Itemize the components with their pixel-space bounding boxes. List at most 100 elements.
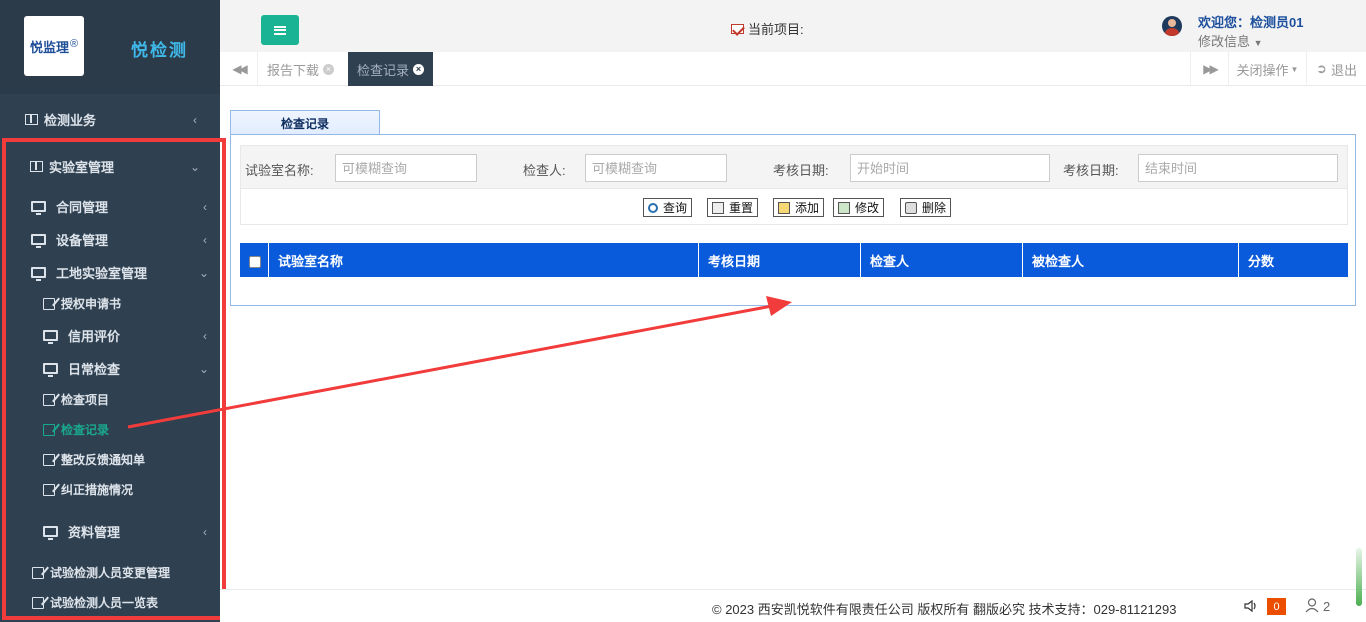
project-label: 当前项目: bbox=[748, 22, 804, 37]
monitor-icon bbox=[43, 526, 58, 540]
sidebar-item-site-lab-management[interactable]: 工地实验室管理 ⌄ bbox=[31, 263, 209, 282]
monitor-icon bbox=[43, 363, 58, 377]
edit-icon bbox=[43, 297, 55, 310]
edit-icon bbox=[43, 393, 55, 406]
select-all-checkbox[interactable] bbox=[249, 256, 261, 268]
chevron-down-icon: ⌄ bbox=[190, 159, 201, 174]
sidebar-item-label: 检测业务 bbox=[44, 113, 97, 128]
edit-document-icon bbox=[838, 201, 850, 214]
double-chevron-right-icon: ▶▶ bbox=[1203, 62, 1219, 76]
chevron-left-icon: ‹ bbox=[193, 112, 197, 127]
select-all-cell bbox=[240, 243, 269, 277]
modify-info-dropdown[interactable]: 修改信息 ▼ bbox=[1198, 31, 1263, 50]
logout-button[interactable]: ➲ 退出 bbox=[1306, 52, 1366, 86]
user-icon bbox=[1305, 598, 1319, 613]
caret-down-icon: ▼ bbox=[1290, 64, 1299, 74]
notification-badge[interactable]: 0 bbox=[1267, 598, 1286, 615]
sidebar-item-label: 整改反馈通知单 bbox=[61, 453, 146, 467]
user-avatar[interactable] bbox=[1162, 16, 1182, 36]
sidebar-item-label: 检查项目 bbox=[61, 393, 110, 407]
delete-button-label: 删除 bbox=[922, 201, 947, 215]
checkbox-icon bbox=[731, 23, 744, 34]
lab-name-input[interactable] bbox=[335, 154, 477, 182]
close-operations-dropdown[interactable]: 关闭操作 ▼ bbox=[1228, 52, 1306, 86]
column-header-lab-name[interactable]: 试验室名称 bbox=[269, 243, 699, 277]
caret-down-icon: ▼ bbox=[1253, 38, 1263, 48]
current-project: 当前项目: bbox=[731, 19, 804, 38]
date-start-input[interactable] bbox=[850, 154, 1050, 182]
sidebar: 悦监理 ® 悦检测 检测业务 ‹ 实验室管理 ⌄ 合同管理 ‹ 设备管理 ‹ 工地… bbox=[0, 0, 220, 622]
chevron-down-icon: ⌄ bbox=[199, 265, 210, 280]
edit-icon bbox=[43, 483, 55, 496]
sidebar-item-label: 试验检测人员一览表 bbox=[50, 596, 159, 610]
edit-button[interactable]: 修改 bbox=[833, 198, 885, 217]
scroll-indicator[interactable] bbox=[1356, 548, 1362, 606]
sidebar-item-inspection-items[interactable]: 检查项目 bbox=[43, 391, 109, 408]
logo-text: 悦监理 bbox=[29, 39, 69, 55]
sidebar-item-inspection-records[interactable]: 检查记录 bbox=[43, 421, 109, 438]
close-icon[interactable]: × bbox=[413, 63, 425, 75]
inspector-input[interactable] bbox=[585, 154, 727, 182]
arrow-line bbox=[127, 304, 773, 429]
app-name: 悦检测 bbox=[131, 41, 188, 60]
chevron-down-icon: ⌄ bbox=[199, 361, 210, 376]
column-header-exam-date[interactable]: 考核日期 bbox=[699, 243, 861, 277]
tab-report-download[interactable]: 报告下载 × bbox=[258, 52, 343, 86]
panel-tab-inspection-records[interactable]: 检查记录 bbox=[230, 110, 380, 135]
sidebar-item-personnel-change[interactable]: 试验检测人员变更管理 bbox=[32, 564, 170, 581]
sidebar-item-label: 纠正措施情况 bbox=[61, 483, 134, 497]
modify-info-label: 修改信息 bbox=[1198, 34, 1251, 49]
edit-icon bbox=[43, 453, 55, 466]
logout-label: 退出 bbox=[1330, 62, 1357, 78]
sidebar-item-label: 授权申请书 bbox=[61, 297, 122, 311]
edit-icon bbox=[43, 423, 55, 436]
add-button[interactable]: 添加 bbox=[773, 198, 825, 217]
sign-out-icon: ➲ bbox=[1316, 61, 1327, 76]
monitor-icon bbox=[43, 330, 58, 344]
tab-scroll-left-button[interactable]: ◀◀ bbox=[220, 52, 258, 86]
printer-icon bbox=[712, 201, 724, 214]
column-header-inspector[interactable]: 检查人 bbox=[861, 243, 1023, 277]
add-button-label: 添加 bbox=[795, 201, 820, 215]
sidebar-item-rectification-notice[interactable]: 整改反馈通知单 bbox=[43, 451, 145, 468]
sidebar-item-label: 资料管理 bbox=[68, 525, 121, 540]
inspector-label: 检查人: bbox=[523, 163, 566, 178]
edit-icon bbox=[32, 566, 44, 579]
sidebar-item-detection-business[interactable]: 检测业务 ‹ bbox=[25, 110, 197, 129]
logo-area: 悦监理 ® 悦检测 bbox=[0, 0, 220, 94]
table-header: 试验室名称 考核日期 检查人 被检查人 分数 bbox=[240, 243, 1348, 277]
delete-button[interactable]: 删除 bbox=[900, 198, 952, 217]
toolbar: 查询 重置 添加 修改 删除 bbox=[240, 189, 1348, 225]
volume-icon[interactable] bbox=[1244, 599, 1258, 613]
sidebar-item-daily-inspection[interactable]: 日常检查 ⌄ bbox=[43, 359, 209, 378]
close-icon[interactable]: × bbox=[323, 63, 335, 75]
reset-button-label: 重置 bbox=[729, 201, 754, 215]
sidebar-item-document-management[interactable]: 资料管理 ‹ bbox=[43, 522, 207, 541]
sidebar-item-corrective-measures[interactable]: 纠正措施情况 bbox=[43, 481, 133, 498]
menu-toggle-button[interactable] bbox=[261, 15, 299, 45]
column-header-score[interactable]: 分数 bbox=[1239, 243, 1348, 277]
sidebar-item-equipment-management[interactable]: 设备管理 ‹ bbox=[31, 230, 207, 249]
tab-label: 检查记录 bbox=[357, 62, 410, 78]
reset-button[interactable]: 重置 bbox=[707, 198, 759, 217]
sidebar-item-label: 信用评价 bbox=[68, 329, 121, 344]
magnifier-icon bbox=[648, 202, 658, 213]
sidebar-item-label: 实验室管理 bbox=[49, 160, 115, 175]
sidebar-item-credit-evaluation[interactable]: 信用评价 ‹ bbox=[43, 326, 207, 345]
sidebar-item-personnel-list[interactable]: 试验检测人员一览表 bbox=[32, 594, 158, 611]
tab-bar: ◀◀ 报告下载 × 检查记录 × ▶▶ 关闭操作 ▼ ➲ 退出 bbox=[220, 52, 1366, 86]
sidebar-item-label: 日常检查 bbox=[68, 362, 121, 377]
window-icon bbox=[25, 114, 38, 125]
sidebar-item-authorization-application[interactable]: 授权申请书 bbox=[43, 295, 121, 312]
sidebar-item-lab-management[interactable]: 实验室管理 ⌄ bbox=[30, 157, 200, 176]
column-header-inspected-person[interactable]: 被检查人 bbox=[1023, 243, 1239, 277]
top-header: 当前项目: 欢迎您：检测员01 修改信息 ▼ bbox=[220, 0, 1366, 52]
edit-icon bbox=[32, 596, 44, 609]
date-end-input[interactable] bbox=[1138, 154, 1338, 182]
chevron-left-icon: ‹ bbox=[203, 328, 207, 343]
monitor-icon bbox=[31, 201, 46, 215]
tab-inspection-records[interactable]: 检查记录 × bbox=[348, 52, 434, 86]
sidebar-item-contract-management[interactable]: 合同管理 ‹ bbox=[31, 197, 207, 216]
tab-scroll-right-button[interactable]: ▶▶ bbox=[1190, 52, 1228, 86]
query-button[interactable]: 查询 bbox=[643, 198, 693, 217]
